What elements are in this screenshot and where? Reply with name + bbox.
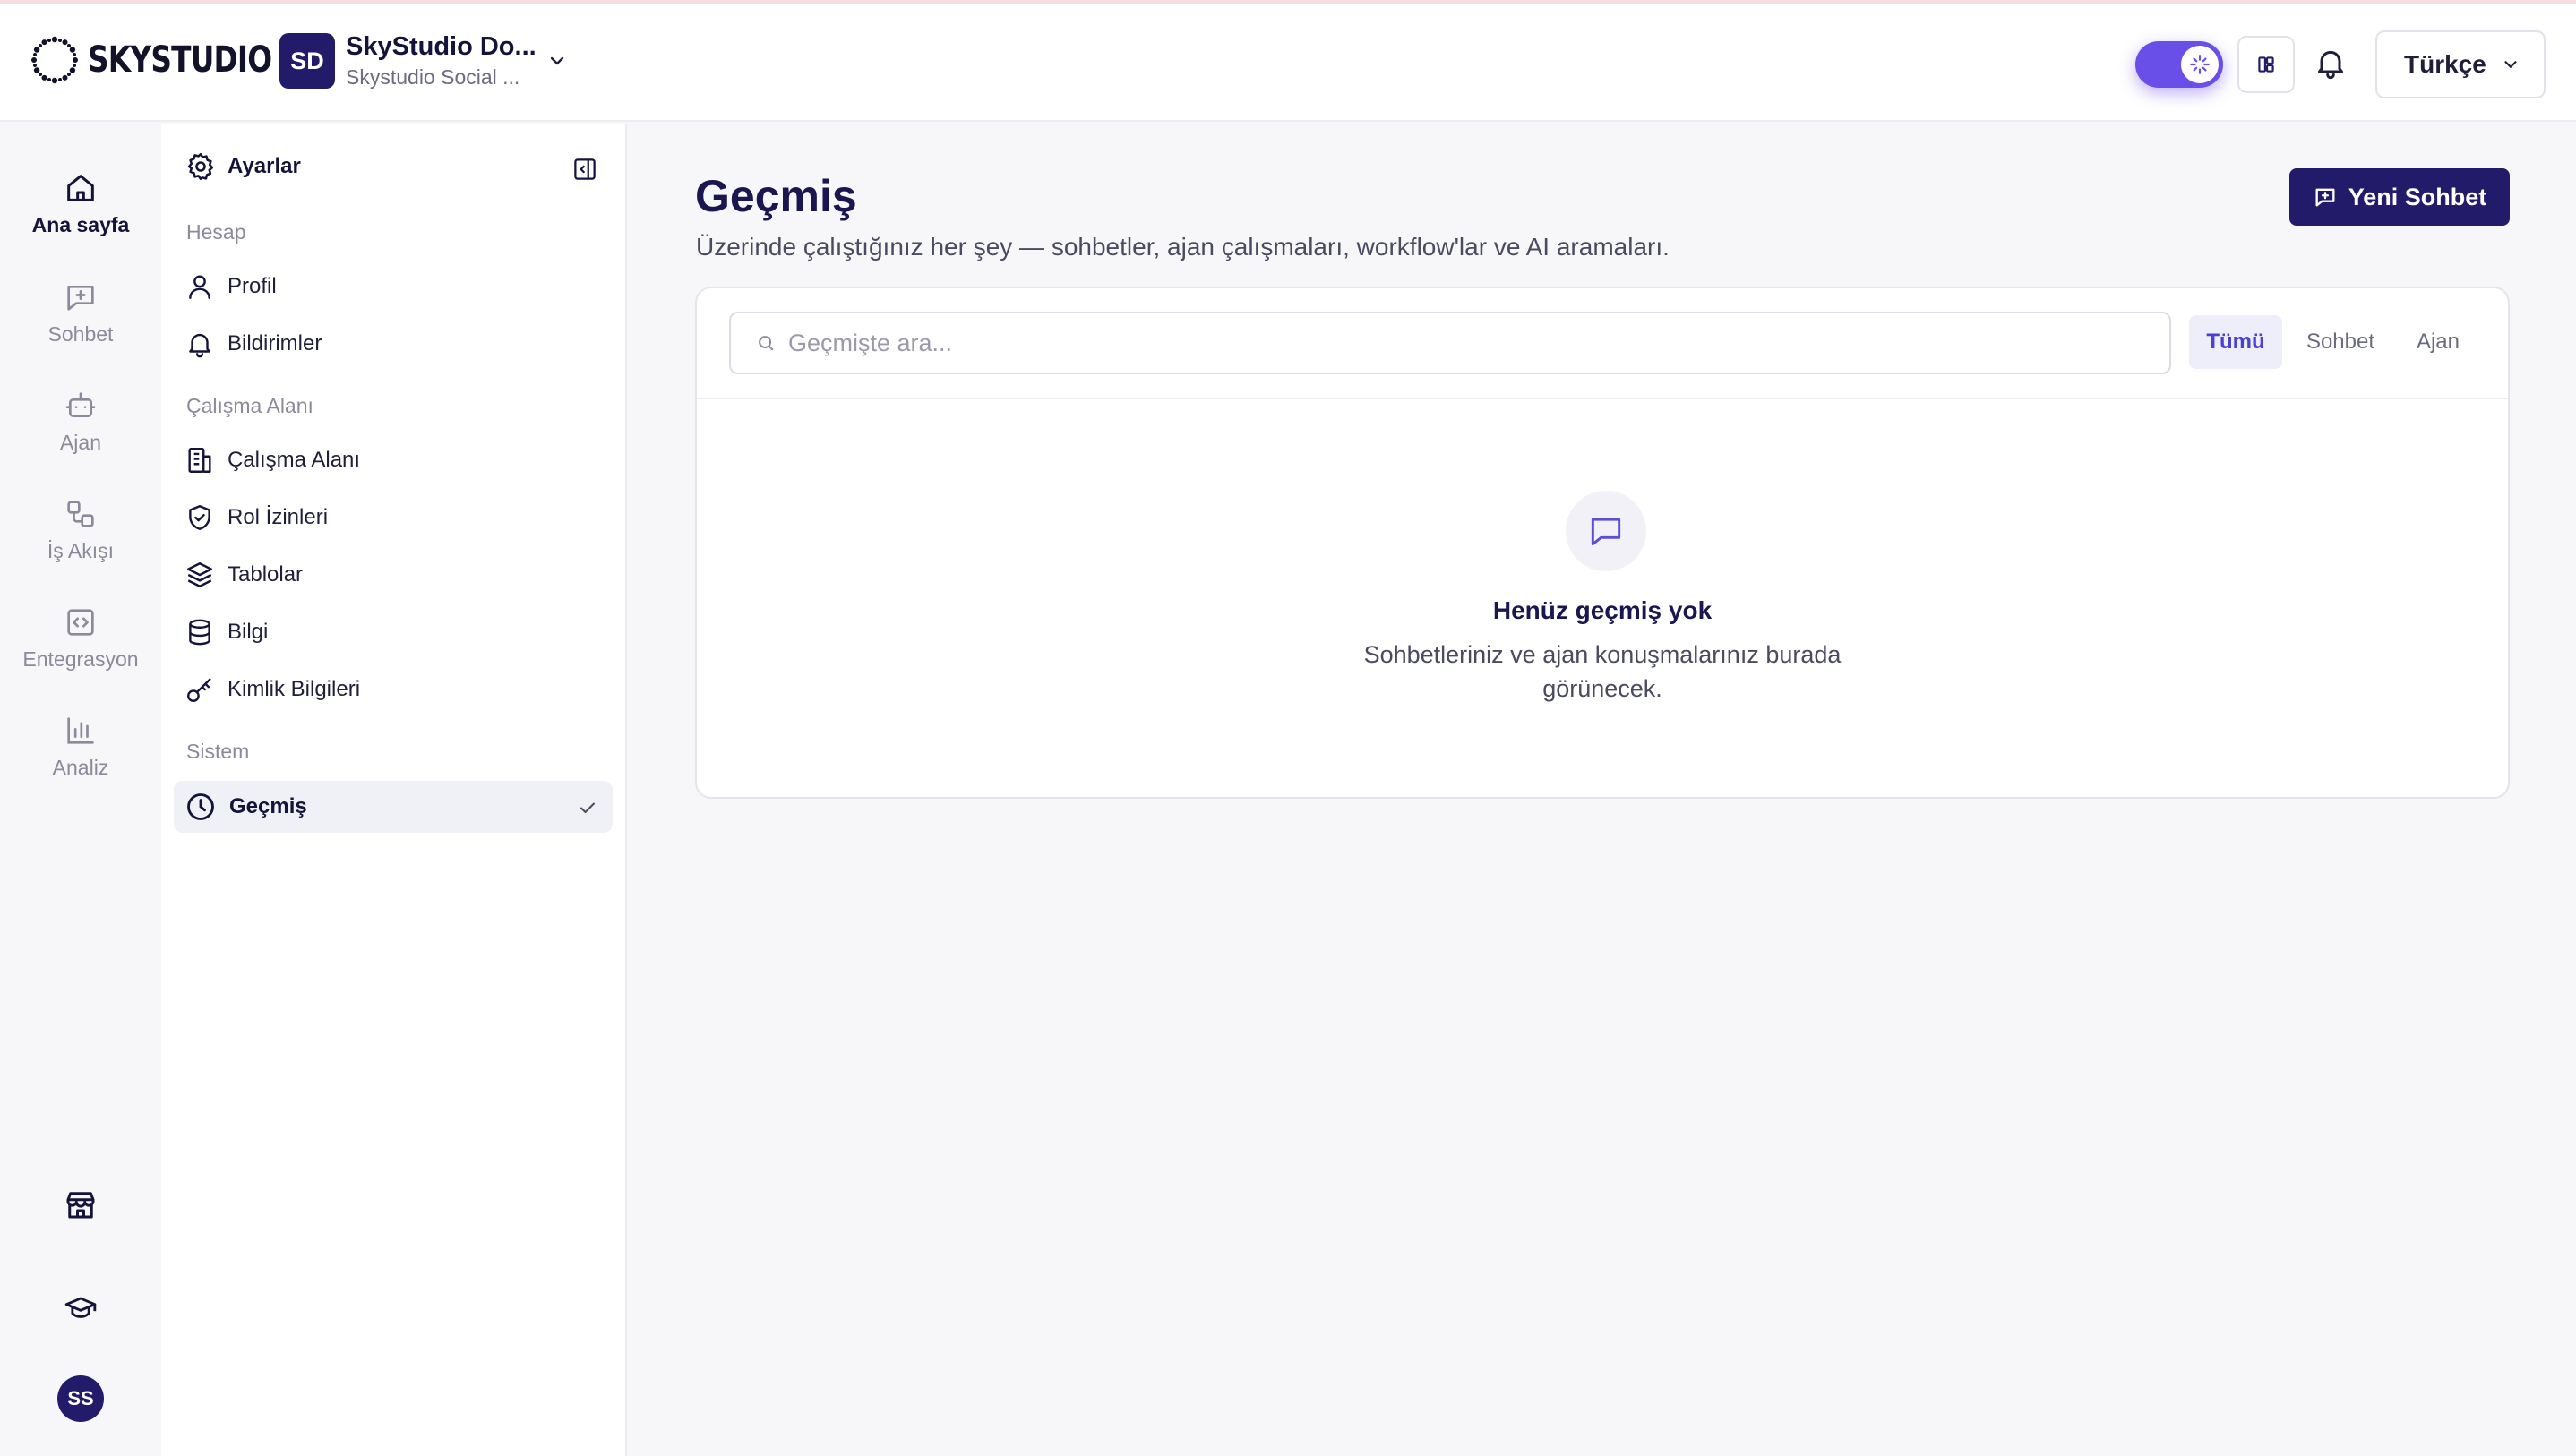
rail-label-home: Ana sayfa [31,213,130,236]
rail-label-analytics: Analiz [52,756,109,779]
rail-item-analytics[interactable]: Analiz [0,713,161,780]
shield-check-icon [185,502,215,533]
logo-mark-icon [30,36,79,84]
search-icon [756,333,776,353]
chat-plus-icon [0,279,161,315]
new-chat-label: Yeni Sohbet [2348,183,2487,210]
logo[interactable]: SKYSTUDIO [30,36,312,84]
sidebar-item-label: Kimlik Bilgileri [228,677,361,701]
collapse-sidebar-button[interactable] [571,156,598,183]
sidebar-item-profile[interactable]: Profil [174,261,613,313]
rail-item-chat[interactable]: Sohbet [0,279,161,347]
rail-item-home[interactable]: Ana sayfa [0,170,161,237]
workspace-switcher[interactable]: SD SkyStudio Do... Skystudio Social ... [279,32,568,90]
sidebar-item-history[interactable]: Geçmiş [174,781,613,833]
sidebar-item-label: Rol İzinleri [228,505,329,529]
sidebar-item-workspace[interactable]: Çalışma Alanı [174,434,613,486]
sidebar-item-credentials[interactable]: Kimlik Bilgileri [174,664,613,715]
filter-all[interactable]: Tümü [2189,315,2282,369]
building-icon [185,445,215,475]
sidebar-item-notifications[interactable]: Bildirimler [174,318,613,370]
workspace-subtitle: Skystudio Social ... [346,65,520,89]
sidebar-item-role-permissions[interactable]: Rol İzinleri [174,492,613,544]
search-input[interactable] [788,329,2132,357]
gear-icon [185,150,217,183]
sidebar-item-knowledge[interactable]: Bilgi [174,606,613,658]
workflow-icon [0,496,161,532]
user-icon [185,271,215,302]
layout-toggle-button[interactable] [2237,36,2295,93]
section-label-workspace: Çalışma Alanı [186,394,313,417]
chevron-down-icon [546,50,568,72]
key-icon [185,674,215,705]
new-chat-button[interactable]: Yeni Sohbet [2289,168,2510,226]
store-icon [0,1186,161,1223]
page-title: Geçmiş [695,171,857,221]
rail-label-workflow: İş Akışı [47,539,115,562]
bell-icon [2313,45,2348,81]
language-select[interactable]: Türkçe [2375,30,2546,98]
language-value: Türkçe [2404,50,2486,78]
settings-header: Ayarlar [185,150,301,183]
rail-item-agent[interactable]: Ajan [0,388,161,455]
sidebar-item-label: Profil [228,274,277,298]
rail-item-academy[interactable] [0,1289,161,1325]
clock-icon [185,791,217,823]
layers-icon [185,560,215,590]
section-label-system: Sistem [186,740,250,763]
empty-state-title: Henüz geçmiş yok [1492,596,1713,624]
page-subtitle: Üzerinde çalıştığınız her şey — sohbetle… [696,233,1670,261]
panel-collapse-icon [571,156,598,183]
graduation-cap-icon [0,1289,161,1325]
settings-sidebar: Ayarlar Hesap Profil Bildirimler Çalışma… [161,124,627,1456]
bar-chart-icon [0,713,161,749]
ai-mode-toggle[interactable] [2135,41,2223,88]
sidebar-item-label: Geçmiş [229,794,307,818]
sparkle-icon [2181,46,2219,83]
section-label-account: Hesap [186,220,246,244]
logo-text: SKYSTUDIO [88,39,272,81]
code-icon [0,604,161,640]
notifications-button[interactable] [2313,45,2348,81]
filter-chat[interactable]: Sohbet [2289,315,2391,369]
workspace-avatar: SD [279,33,335,89]
rail-label-integration: Entegrasyon [22,647,139,671]
database-icon [185,617,215,647]
empty-state-icon [1566,491,1646,571]
rail-item-workflow[interactable]: İş Akışı [0,496,161,563]
settings-title: Ayarlar [228,154,301,178]
search-box[interactable] [729,312,2171,374]
empty-state-text: Sohbetleriniz ve ajan konuşmalarınız bur… [1363,641,1842,702]
history-toolbar: Tümü Sohbet Ajan [697,288,2508,399]
filter-agent[interactable]: Ajan [2399,315,2477,369]
sidebar-item-label: Çalışma Alanı [228,448,361,472]
sidebar-item-tables[interactable]: Tablolar [174,549,613,601]
user-avatar[interactable]: SS [57,1375,104,1422]
layout-icon [2254,53,2278,76]
chevron-down-icon [2486,55,2520,74]
rail-item-marketplace[interactable] [0,1186,161,1223]
check-icon [577,797,598,818]
bot-icon [0,388,161,424]
home-icon [0,170,161,206]
main-content: Geçmiş Üzerinde çalıştığınız her şey — s… [629,124,2576,1456]
rail-label-chat: Sohbet [47,322,114,346]
sidebar-item-label: Bilgi [228,620,269,644]
sidebar-item-label: Tablolar [228,562,304,587]
rail-item-integration[interactable]: Entegrasyon [0,604,161,672]
top-header: SKYSTUDIO SD SkyStudio Do... Skystudio S… [0,4,2576,122]
icon-rail: Ana sayfa Sohbet Ajan İş Akışı Entegrasy… [0,124,161,1456]
workspace-name: SkyStudio Do... [346,32,537,61]
sidebar-item-label: Bildirimler [228,331,322,355]
chat-plus-icon [2313,184,2338,210]
message-square-icon [1586,511,1626,551]
history-card: Tümü Sohbet Ajan Henüz geçmiş yok Sohbet… [695,287,2510,799]
bell-icon [185,329,215,359]
rail-label-agent: Ajan [59,431,102,454]
